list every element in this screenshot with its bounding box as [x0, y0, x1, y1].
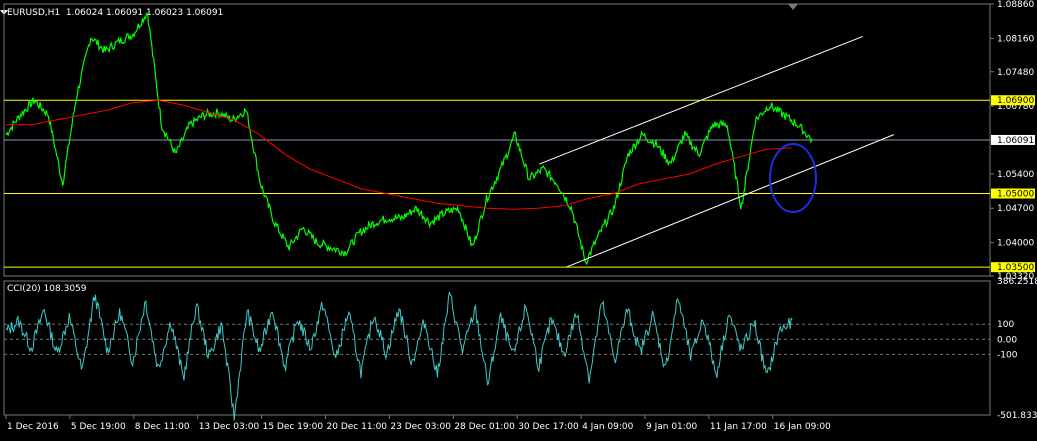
- y-tick-label-0: 1.08860: [997, 0, 1034, 10]
- indicator-pane-frame: [3, 280, 991, 416]
- x-tick-label-2: 8 Dec 11:00: [135, 422, 190, 432]
- highlight-ellipse: [769, 143, 817, 213]
- cci-y-tick-label-0: 386.2518: [997, 277, 1037, 287]
- x-tick-label-11: 11 Jan 17:00: [710, 422, 767, 432]
- chart-canvas[interactable]: 1.088601.081601.074801.067801.054001.047…: [0, 0, 1037, 441]
- y-tick-label-1: 1.08160: [997, 34, 1034, 44]
- x-tick-label-5: 20 Dec 11:00: [327, 422, 388, 432]
- cci-y-tick-label-2: 0.00: [997, 335, 1017, 345]
- x-tick-label-3: 13 Dec 03:00: [199, 422, 260, 432]
- y-tick-label-6: 1.04000: [997, 239, 1034, 249]
- y-tick-label-4: 1.05400: [997, 170, 1034, 180]
- current-price-label: 1.06091: [997, 136, 1034, 146]
- cci-y-tick-label-4: -501.8336: [997, 411, 1037, 421]
- cci-series-line: [5, 291, 793, 421]
- cci-y-tick-label-3: -100: [997, 350, 1018, 360]
- y-tick-label-5: 1.04700: [997, 204, 1034, 214]
- moving-average-line: [6, 99, 792, 210]
- y-tick-label-2: 1.07480: [997, 68, 1034, 78]
- level-label-1: 1.05000: [997, 190, 1034, 200]
- cci-y-tick-label-1: 100: [997, 320, 1014, 330]
- x-tick-label-6: 23 Dec 03:00: [390, 422, 451, 432]
- level-label-2: 1.03500: [997, 263, 1034, 273]
- x-tick-label-7: 28 Dec 01:00: [454, 422, 515, 432]
- indicator-header: CCI(20) 108.3059: [7, 284, 87, 294]
- x-tick-label-9: 4 Jan 09:00: [582, 422, 634, 432]
- price-series-line: [5, 12, 813, 266]
- x-tick-label-10: 9 Jan 01:00: [646, 422, 698, 432]
- x-tick-label-4: 15 Dec 19:00: [263, 422, 324, 432]
- x-tick-label-1: 5 Dec 19:00: [71, 422, 126, 432]
- level-label-0: 1.06900: [997, 96, 1034, 106]
- x-tick-label-12: 16 Jan 09:00: [774, 422, 831, 432]
- x-tick-label-0: 1 Dec 2016: [7, 422, 59, 432]
- x-tick-label-8: 30 Dec 17:00: [518, 422, 579, 432]
